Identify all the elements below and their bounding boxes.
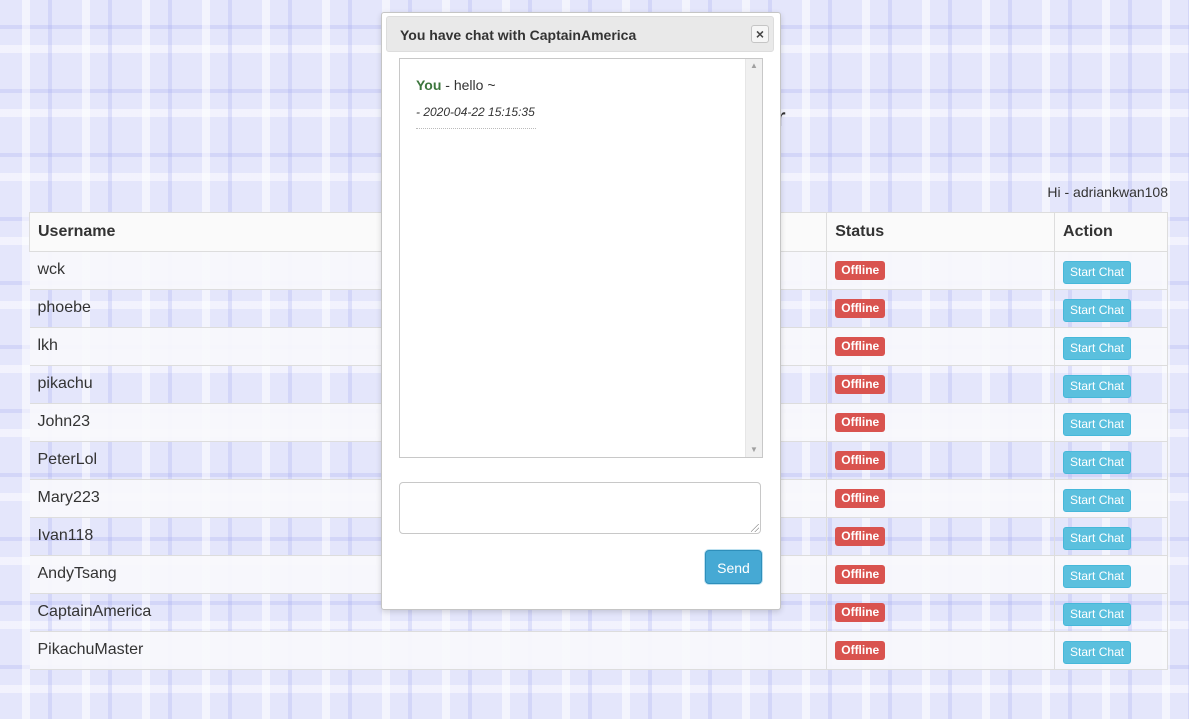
cell-status: Offline	[826, 403, 1055, 442]
cell-status: Offline	[826, 555, 1055, 594]
textarea-resize-grip-icon[interactable]	[751, 524, 759, 532]
cell-action: Start Chat	[1054, 517, 1168, 556]
message-timestamp: - 2020-04-22 15:15:35	[416, 105, 535, 119]
cell-status: Offline	[826, 593, 1055, 632]
message-text: hello ~	[453, 77, 496, 93]
status-badge: Offline	[835, 375, 886, 394]
start-chat-button[interactable]: Start Chat	[1063, 375, 1132, 398]
chat-log-scrollbar[interactable]: ▲ ▼	[745, 59, 762, 457]
message-separator: -	[441, 77, 454, 93]
start-chat-button[interactable]: Start Chat	[1063, 603, 1132, 626]
status-badge: Offline	[835, 603, 886, 622]
cell-action: Start Chat	[1054, 289, 1168, 328]
status-badge: Offline	[835, 299, 886, 318]
start-chat-button[interactable]: Start Chat	[1063, 489, 1132, 512]
cell-action: Start Chat	[1054, 251, 1168, 290]
chat-message: You - hello ~ - 2020-04-22 15:15:35	[416, 77, 536, 129]
message-sender: You	[416, 77, 442, 93]
chat-dialog-title-bar[interactable]: You have chat with CaptainAmerica ×	[386, 16, 774, 52]
cell-status: Offline	[826, 365, 1055, 404]
cell-status: Offline	[826, 327, 1055, 366]
user-greeting: Hi - adriankwan108	[1047, 184, 1168, 200]
cell-username: PikachuMaster	[29, 631, 827, 670]
cell-status: Offline	[826, 251, 1055, 290]
start-chat-button[interactable]: Start Chat	[1063, 565, 1132, 588]
close-icon[interactable]: ×	[751, 25, 769, 43]
message-line: You - hello ~	[416, 77, 536, 93]
status-badge: Offline	[835, 489, 886, 508]
table-row: PikachuMaster Offline Start Chat	[29, 631, 1168, 670]
cell-status: Offline	[826, 517, 1055, 556]
status-badge: Offline	[835, 641, 886, 660]
message-divider	[416, 128, 536, 129]
chat-message-input[interactable]	[399, 482, 761, 534]
start-chat-button[interactable]: Start Chat	[1063, 299, 1132, 322]
send-button[interactable]: Send	[705, 550, 762, 584]
cell-action: Start Chat	[1054, 479, 1168, 518]
chat-message-log[interactable]: You - hello ~ - 2020-04-22 15:15:35 ▲ ▼	[399, 58, 763, 458]
cell-action: Start Chat	[1054, 441, 1168, 480]
status-badge: Offline	[835, 565, 886, 584]
column-header-status: Status	[826, 212, 1056, 252]
cell-status: Offline	[826, 631, 1055, 670]
start-chat-button[interactable]: Start Chat	[1063, 451, 1132, 474]
start-chat-button[interactable]: Start Chat	[1063, 641, 1132, 664]
scroll-up-arrow-icon[interactable]: ▲	[746, 59, 762, 73]
status-badge: Offline	[835, 261, 886, 280]
cell-action: Start Chat	[1054, 365, 1168, 404]
chat-dialog-title: You have chat with CaptainAmerica	[400, 27, 637, 43]
chat-dialog: You have chat with CaptainAmerica × You …	[381, 12, 781, 610]
status-badge: Offline	[835, 413, 886, 432]
cell-action: Start Chat	[1054, 631, 1168, 670]
cell-status: Offline	[826, 479, 1055, 518]
start-chat-button[interactable]: Start Chat	[1063, 337, 1132, 360]
status-badge: Offline	[835, 451, 886, 470]
start-chat-button[interactable]: Start Chat	[1063, 261, 1132, 284]
cell-action: Start Chat	[1054, 555, 1168, 594]
cell-action: Start Chat	[1054, 327, 1168, 366]
status-badge: Offline	[835, 527, 886, 546]
column-header-action: Action	[1054, 212, 1168, 252]
cell-action: Start Chat	[1054, 403, 1168, 442]
start-chat-button[interactable]: Start Chat	[1063, 413, 1132, 436]
status-badge: Offline	[835, 337, 886, 356]
scroll-down-arrow-icon[interactable]: ▼	[746, 443, 762, 457]
cell-action: Start Chat	[1054, 593, 1168, 632]
cell-status: Offline	[826, 289, 1055, 328]
cell-status: Offline	[826, 441, 1055, 480]
start-chat-button[interactable]: Start Chat	[1063, 527, 1132, 550]
